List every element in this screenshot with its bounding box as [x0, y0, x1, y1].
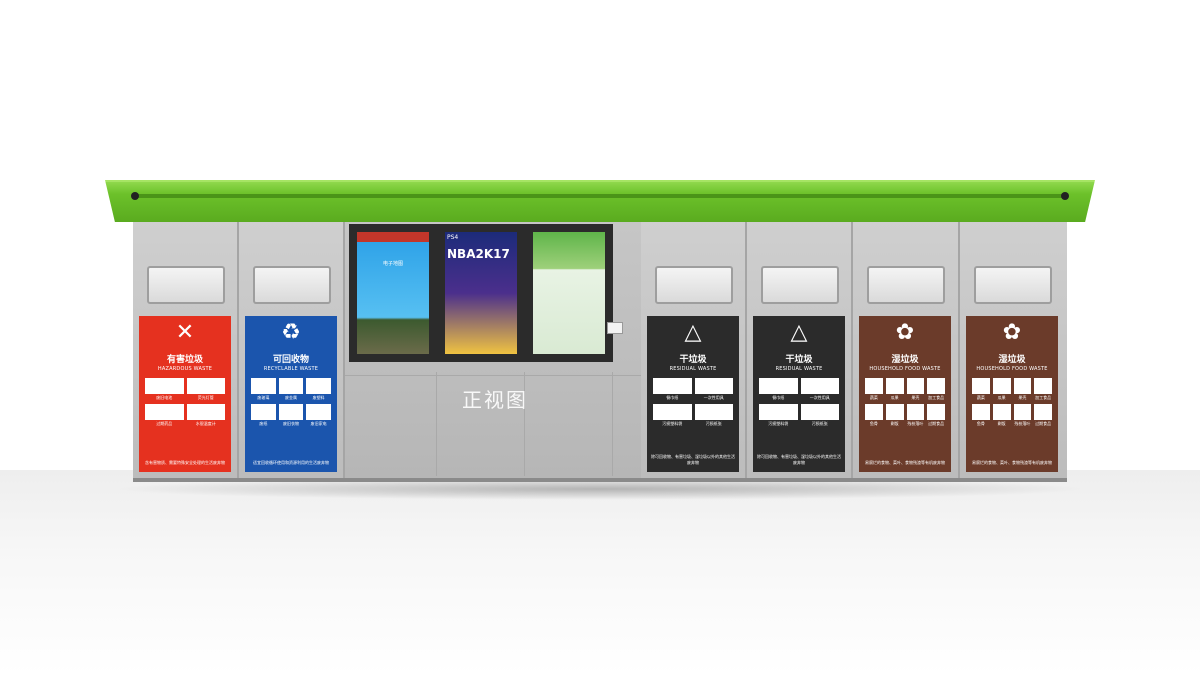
item-grid: 废玻璃 废金属 废塑料 废纸 废旧衣物 废旧家电 — [251, 378, 331, 427]
guide-screen[interactable] — [525, 224, 613, 362]
item-grid: 餐巾纸 一次性用具 污损塑料袋 污损纸张 — [759, 378, 839, 427]
sign-footnote: 适宜回收循环使用和资源利用的生活废弃物 — [253, 460, 329, 465]
view-caption: 正视图 — [462, 388, 528, 412]
camera-right-icon — [1061, 192, 1069, 200]
sign-subtitle: HAZARDOUS WASTE — [157, 366, 213, 372]
bin-residual[interactable]: △ 干垃圾 RESIDUAL WASTE 餐巾纸 一次性用具 污损塑料袋 污损纸… — [641, 222, 747, 478]
food-waste-icon: ✿ — [895, 320, 915, 345]
sign-footnote: 除可回收物、有害垃圾、湿垃圾以外的其他生活废弃物 — [651, 454, 735, 465]
map-label: 电子地图 — [382, 261, 403, 267]
sign-subtitle: HOUSEHOLD FOOD WASTE — [976, 366, 1048, 372]
drop-slot[interactable] — [761, 266, 839, 304]
ps4-logo: PS4 — [447, 234, 459, 241]
item-grid: 餐巾纸 一次性用具 污损塑料袋 污损纸张 — [653, 378, 733, 427]
lower-door — [349, 372, 437, 476]
sign-title: 可回收物 — [272, 355, 309, 365]
bin-residual[interactable]: △ 干垃圾 RESIDUAL WASTE 餐巾纸 一次性用具 污损塑料袋 污损纸… — [747, 222, 853, 478]
game-title: NBA2K17 — [447, 247, 510, 261]
bin-food[interactable]: ✿ 湿垃圾 HOUSEHOLD FOOD WASTE 蔬菜 瓜果 果壳 加工食品… — [960, 222, 1067, 478]
sign-title: 湿垃圾 — [891, 355, 919, 365]
drop-slot[interactable] — [867, 266, 945, 304]
sign-title: 干垃圾 — [785, 355, 813, 365]
item-grid: 蔬菜 瓜果 果壳 加工食品 鱼骨 剩饭 残枝落叶 过期食品 — [865, 378, 945, 427]
sign-recyclable: ♻ 可回收物 RECYCLABLE WASTE 废玻璃 废金属 废塑料 废纸 废… — [245, 316, 337, 472]
bin-hazardous[interactable]: ✕ 有害垃圾 HAZARDOUS WASTE 废旧电池 荧光灯管 过期药品 水银… — [133, 222, 239, 478]
camera-left-icon — [131, 192, 139, 200]
floor — [0, 470, 1200, 675]
sign-subtitle: RESIDUAL WASTE — [775, 366, 823, 372]
game-screen[interactable]: PS4 NBA2K17 — [437, 224, 525, 362]
residual-arrows-icon: △ — [684, 320, 702, 345]
screens-section: 电子地图 PS4 NBA2K17 正视图 — [345, 222, 641, 478]
drop-slot[interactable] — [655, 266, 733, 304]
lower-door — [525, 372, 613, 476]
sign-footnote: 除可回收物、有害垃圾、湿垃圾以外的其他生活废弃物 — [757, 454, 841, 465]
drop-slot[interactable] — [253, 266, 331, 304]
item-grid: 废旧电池 荧光灯管 过期药品 水银温度计 — [145, 378, 225, 427]
sign-residual: △ 干垃圾 RESIDUAL WASTE 餐巾纸 一次性用具 污损塑料袋 污损纸… — [647, 316, 739, 472]
hazard-x-icon: ✕ — [175, 320, 195, 345]
sign-subtitle: RECYCLABLE WASTE — [263, 366, 319, 372]
sign-footnote: 含有害物质、需要特殊安全处理的生活废弃物 — [145, 460, 225, 465]
sign-food: ✿ 湿垃圾 HOUSEHOLD FOOD WASTE 蔬菜 瓜果 果壳 加工食品… — [966, 316, 1058, 472]
green-roof — [105, 180, 1095, 222]
residual-arrows-icon: △ — [790, 320, 808, 345]
drop-slot[interactable] — [147, 266, 225, 304]
sign-footnote: 易腐烂的食物、菜叶、食物残渣等有机废弃物 — [972, 460, 1052, 465]
sign-title: 有害垃圾 — [166, 355, 203, 365]
bin-food[interactable]: ✿ 湿垃圾 HOUSEHOLD FOOD WASTE 蔬菜 瓜果 果壳 加工食品… — [853, 222, 960, 478]
sign-title: 湿垃圾 — [998, 355, 1026, 365]
card-reader[interactable] — [607, 322, 623, 334]
sign-food: ✿ 湿垃圾 HOUSEHOLD FOOD WASTE 蔬菜 瓜果 果壳 加工食品… — [859, 316, 951, 472]
bin-recyclable[interactable]: ♻ 可回收物 RECYCLABLE WASTE 废玻璃 废金属 废塑料 废纸 废… — [239, 222, 345, 478]
sign-hazardous: ✕ 有害垃圾 HAZARDOUS WASTE 废旧电池 荧光灯管 过期药品 水银… — [139, 316, 231, 472]
sign-residual: △ 干垃圾 RESIDUAL WASTE 餐巾纸 一次性用具 污损塑料袋 污损纸… — [753, 316, 845, 472]
drop-slot[interactable] — [974, 266, 1052, 304]
waste-sorting-kiosk: ✕ 有害垃圾 HAZARDOUS WASTE 废旧电池 荧光灯管 过期药品 水银… — [105, 180, 1095, 485]
kiosk-body: ✕ 有害垃圾 HAZARDOUS WASTE 废旧电池 荧光灯管 过期药品 水银… — [133, 222, 1067, 482]
sign-subtitle: RESIDUAL WASTE — [669, 366, 717, 372]
sign-title: 干垃圾 — [679, 355, 707, 365]
menu-screen[interactable]: 电子地图 — [349, 224, 437, 362]
item-grid: 蔬菜 瓜果 果壳 加工食品 鱼骨 剩饭 残枝落叶 过期食品 — [972, 378, 1052, 427]
recycle-icon: ♻ — [281, 320, 301, 345]
food-waste-icon: ✿ — [1002, 320, 1022, 345]
sign-footnote: 易腐烂的食物、菜叶、食物残渣等有机废弃物 — [865, 460, 945, 465]
sign-subtitle: HOUSEHOLD FOOD WASTE — [869, 366, 941, 372]
